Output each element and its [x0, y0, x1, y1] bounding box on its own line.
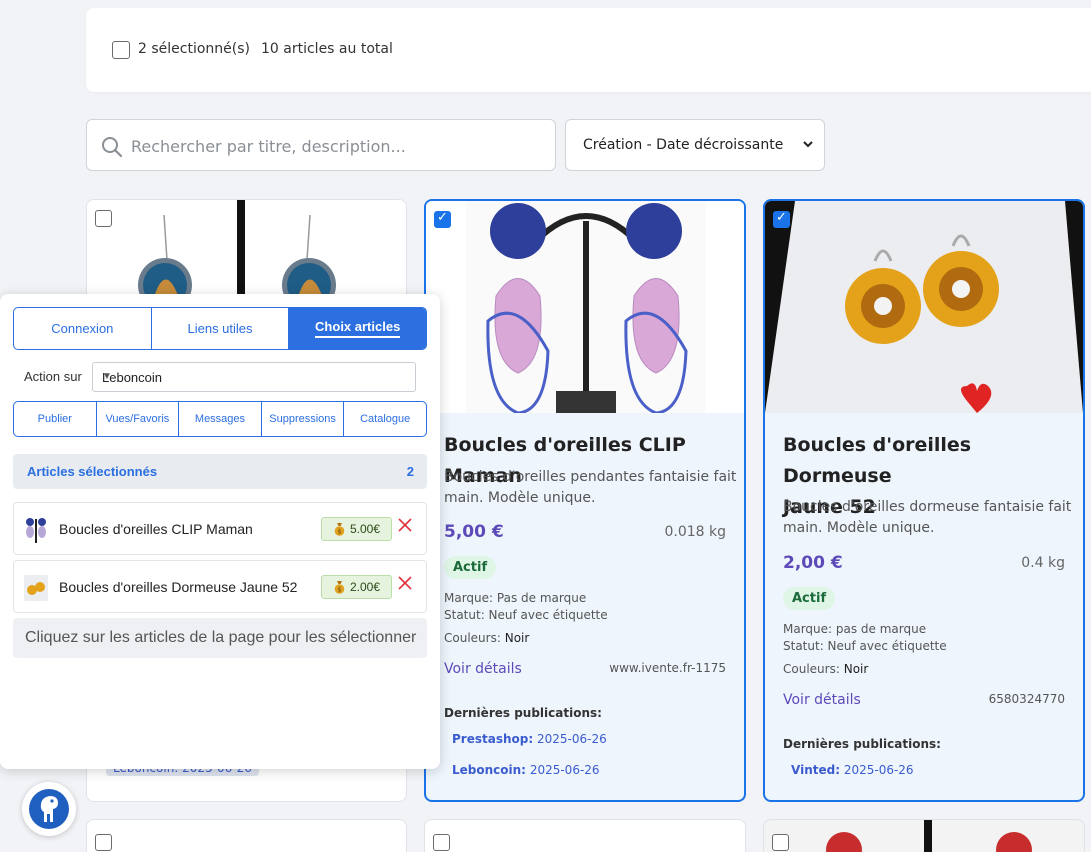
- item-thumbnail: [24, 575, 48, 601]
- sort-value: Création - Date décroissante: [583, 137, 784, 153]
- product-price: 2,00 €: [783, 553, 843, 573]
- selection-hint: Cliquez sur les articles de la page pour…: [13, 618, 427, 658]
- product-meta: Marque: Pas de marque Statut: Neuf avec …: [444, 591, 608, 622]
- remove-icon[interactable]: [397, 517, 413, 533]
- item-thumbnail: [24, 517, 48, 543]
- card-checkbox[interactable]: [433, 834, 450, 851]
- card-checkbox[interactable]: [95, 210, 112, 227]
- panel-tabs: Connexion Liens utiles Choix articles: [13, 307, 427, 350]
- item-price-badge: $ 2.00€: [321, 575, 392, 599]
- selected-articles-header: Articles sélectionnés 2: [13, 454, 427, 489]
- product-description: Boucles d'oreilles dormeuse fantaisie fa…: [783, 499, 1072, 536]
- sort-select[interactable]: Création - Date décroissante: [565, 119, 825, 171]
- card-checkbox[interactable]: [773, 210, 790, 228]
- product-weight: 0.4 kg: [1021, 555, 1065, 571]
- product-card[interactable]: Boucles d'oreilles Dormeuse Jaune 52 Bou…: [763, 199, 1085, 802]
- subtab-catalogue[interactable]: Catalogue: [344, 402, 426, 436]
- extension-toggle-button[interactable]: [22, 782, 76, 836]
- search-input[interactable]: [131, 130, 541, 162]
- status-badge: Actif: [783, 587, 836, 610]
- product-weight: 0.018 kg: [664, 524, 726, 540]
- product-card[interactable]: Boucles d'oreilles CLIP Maman Boucles d'…: [424, 199, 746, 802]
- subtab-vues-favoris[interactable]: Vues/Favoris: [97, 402, 180, 436]
- publication-entry: Prestashop: 2025-06-26: [452, 732, 607, 746]
- search-box[interactable]: [86, 119, 556, 171]
- product-colors: Couleurs: Noir: [444, 631, 530, 645]
- card-checkbox[interactable]: [434, 210, 451, 228]
- publication-entry: Leboncoin: 2025-06-26: [452, 763, 600, 777]
- svg-text:$: $: [338, 529, 342, 536]
- dinosaur-logo-icon: [40, 796, 58, 822]
- tab-connexion[interactable]: Connexion: [14, 308, 152, 349]
- section-title: Articles sélectionnés: [27, 464, 158, 479]
- dropdown-arrow-icon: ▼: [102, 371, 112, 382]
- selected-count: 2 sélectionné(s): [138, 41, 250, 57]
- selected-item: Boucles d'oreilles Dormeuse Jaune 52 $ 2…: [13, 560, 427, 613]
- card-checkbox[interactable]: [772, 834, 789, 851]
- product-reference: www.ivente.fr-1175: [609, 661, 726, 675]
- svg-text:$: $: [338, 587, 342, 594]
- money-bag-icon: $: [334, 581, 345, 594]
- platform-select[interactable]: Leboncoin ▼: [92, 362, 416, 392]
- product-meta: Marque: pas de marque Statut: Neuf avec …: [783, 622, 947, 653]
- tab-choix-articles[interactable]: Choix articles: [289, 308, 426, 349]
- item-name: Boucles d'oreilles CLIP Maman: [59, 521, 253, 537]
- selected-item: Boucles d'oreilles CLIP Maman $ 5.00€: [13, 502, 427, 555]
- subtab-messages[interactable]: Messages: [179, 402, 262, 436]
- product-card[interactable]: [763, 819, 1085, 852]
- extension-panel: Connexion Liens utiles Choix articles Ac…: [0, 294, 440, 769]
- product-reference: 6580324770: [988, 692, 1065, 706]
- product-card[interactable]: [424, 819, 746, 852]
- details-link[interactable]: Voir détails: [783, 692, 861, 708]
- publications-title: Dernières publications:: [783, 737, 941, 751]
- selection-bar: 2 sélectionné(s) 10 articles au total: [86, 8, 1091, 92]
- product-colors: Couleurs: Noir: [783, 662, 869, 676]
- total-count: 10 articles au total: [261, 41, 393, 57]
- product-card[interactable]: [86, 819, 407, 852]
- publications-title: Dernières publications:: [444, 706, 602, 720]
- product-price: 5,00 €: [444, 522, 504, 542]
- remove-icon[interactable]: [397, 575, 413, 591]
- product-description: Boucles d'oreilles pendantes fantaisie f…: [444, 469, 737, 506]
- chevron-down-icon: [803, 141, 813, 148]
- tab-liens-utiles[interactable]: Liens utiles: [152, 308, 290, 349]
- status-badge: Actif: [444, 556, 497, 579]
- subtab-publier[interactable]: Publier: [14, 402, 97, 436]
- card-checkbox[interactable]: [95, 834, 112, 851]
- item-price-badge: $ 5.00€: [321, 517, 392, 541]
- search-icon: [102, 137, 123, 158]
- action-label: Action sur: [24, 369, 82, 384]
- details-link[interactable]: Voir détails: [444, 661, 522, 677]
- money-bag-icon: $: [334, 523, 345, 536]
- publication-entry: Vinted: 2025-06-26: [791, 763, 914, 777]
- product-image: [765, 201, 1083, 413]
- action-subtabs: Publier Vues/Favoris Messages Suppressio…: [13, 401, 427, 437]
- product-image: [826, 820, 1032, 852]
- section-count: 2: [406, 464, 414, 479]
- select-all-checkbox[interactable]: [112, 41, 130, 59]
- item-name: Boucles d'oreilles Dormeuse Jaune 52: [59, 579, 298, 595]
- subtab-suppressions[interactable]: Suppressions: [262, 402, 345, 436]
- product-image: [426, 201, 744, 413]
